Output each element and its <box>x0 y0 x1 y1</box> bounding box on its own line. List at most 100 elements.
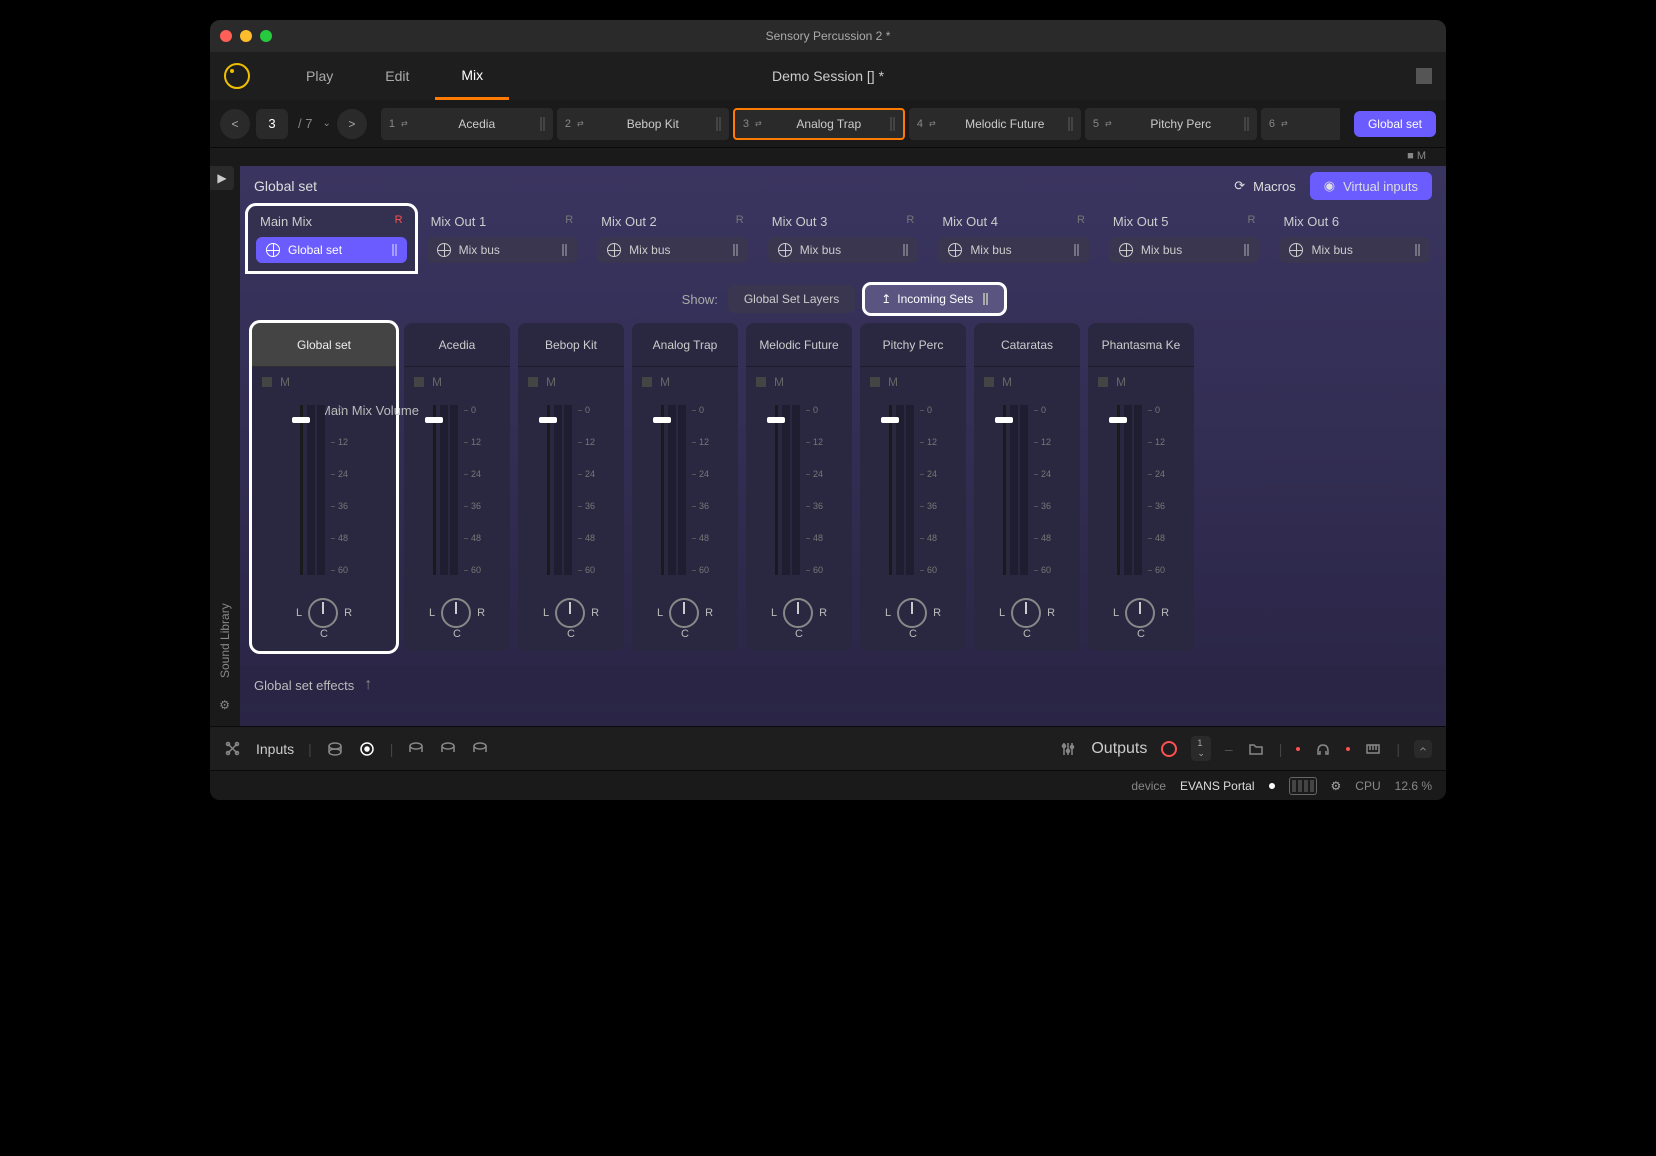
headphones-icon[interactable] <box>1314 740 1332 758</box>
mute-toggle[interactable]: ■ M <box>1401 150 1432 162</box>
close-window[interactable] <box>220 30 232 42</box>
drum-icon-5[interactable] <box>471 740 489 758</box>
mix-out-4[interactable]: Mix Out 4R Mix bus <box>930 206 1097 271</box>
channel-fader[interactable]: 01224364860 <box>632 397 738 587</box>
mix-out-0[interactable]: Main MixR Global set <box>248 206 415 271</box>
set-tab-0[interactable]: 1⇄Acedia <box>381 108 553 140</box>
set-navigator: < 3 / 7 ⌄ > 1⇄Acedia2⇄Bebop Kit3⇄Analog … <box>210 100 1446 148</box>
nav-total: / 7 <box>294 116 316 131</box>
channel-mute[interactable]: M <box>1088 367 1194 397</box>
traffic-lights <box>220 30 272 42</box>
drum-icon-1[interactable] <box>326 740 344 758</box>
main-area: ▶ ⚙ Sound Library Global set ⟳ Macros ◉ … <box>210 166 1446 726</box>
mix-out-5[interactable]: Mix Out 5R Mix bus <box>1101 206 1268 271</box>
channel-mute[interactable]: M <box>404 367 510 397</box>
virtual-inputs-button[interactable]: ◉ Virtual inputs <box>1310 172 1432 200</box>
set-tab-3[interactable]: 4⇄Melodic Future <box>909 108 1081 140</box>
channel-pan[interactable]: LR C <box>404 587 510 651</box>
window-title: Sensory Percussion 2 * <box>766 29 891 43</box>
app-window: Sensory Percussion 2 * Play Edit Mix Dem… <box>210 20 1446 800</box>
channel-name: Global set <box>252 323 396 367</box>
menu-edit[interactable]: Edit <box>359 52 435 100</box>
channel-name: Cataratas <box>974 323 1080 367</box>
mix-out-1[interactable]: Mix Out 1R Mix bus <box>419 206 586 271</box>
channel-mute[interactable]: M <box>252 367 396 397</box>
menu-play[interactable]: Play <box>280 52 359 100</box>
drum-icon-3[interactable] <box>407 740 425 758</box>
macros-button[interactable]: ⟳ Macros <box>1220 172 1310 200</box>
nav-prev-button[interactable]: < <box>220 109 250 139</box>
inputs-section: Inputs | | <box>224 740 489 758</box>
channel-mute[interactable]: M <box>860 367 966 397</box>
drum-icon-4[interactable] <box>439 740 457 758</box>
midi-icon[interactable] <box>1364 740 1382 758</box>
channel-fader[interactable]: 01224364860 <box>974 397 1080 587</box>
grip-icon <box>983 293 988 305</box>
show-global-layers-button[interactable]: Global Set Layers <box>728 285 855 313</box>
device-status-dot <box>1269 783 1275 789</box>
outputs-section: Outputs 1⌄ – | | <box>1059 736 1432 761</box>
stop-button[interactable] <box>1416 68 1432 84</box>
channel-mute[interactable]: M <box>746 367 852 397</box>
dash-icon: – <box>1225 741 1233 757</box>
channel-strip-6: Cataratas M 01224364860 LR C <box>974 323 1080 651</box>
channel-mute[interactable]: M <box>518 367 624 397</box>
channel-pan[interactable]: LR C <box>518 587 624 651</box>
titlebar: Sensory Percussion 2 * <box>210 20 1446 52</box>
refresh-icon: ⟳ <box>1234 178 1245 194</box>
menu-mix[interactable]: Mix <box>435 52 509 100</box>
folder-icon[interactable] <box>1247 740 1265 758</box>
channel-pan[interactable]: LR C <box>860 587 966 651</box>
sidebar-sound-library[interactable]: Sound Library <box>218 603 232 678</box>
channel-fader[interactable]: 01224364860 <box>518 397 624 587</box>
settings-gear-icon[interactable]: ⚙ <box>1331 779 1342 793</box>
vu-meter-icon[interactable] <box>1289 777 1317 795</box>
channel-pan[interactable]: LR C <box>746 587 852 651</box>
mix-out-3[interactable]: Mix Out 3R Mix bus <box>760 206 927 271</box>
mix-out-6[interactable]: Mix Out 6 Mix bus <box>1271 206 1438 271</box>
channel-pan[interactable]: LR C <box>632 587 738 651</box>
cpu-label: CPU <box>1355 779 1380 793</box>
device-name: EVANS Portal <box>1180 779 1254 793</box>
expand-sidebar-button[interactable]: ▶ <box>210 166 234 190</box>
drum-icon-2[interactable] <box>358 740 376 758</box>
show-incoming-sets-button[interactable]: ↥ Incoming Sets <box>865 285 1004 313</box>
chevron-down-icon[interactable]: ⌄ <box>322 118 330 129</box>
track-selector[interactable]: 1⌄ <box>1191 736 1211 761</box>
gear-icon[interactable]: ⚙ <box>220 698 231 712</box>
record-button[interactable] <box>1161 741 1177 757</box>
status-dot-red <box>1296 747 1300 751</box>
set-tab-1[interactable]: 2⇄Bebop Kit <box>557 108 729 140</box>
mix-out-2[interactable]: Mix Out 2R Mix bus <box>589 206 756 271</box>
channel-mute[interactable]: M <box>974 367 1080 397</box>
minimize-window[interactable] <box>240 30 252 42</box>
channel-fader[interactable]: 01224364860 <box>404 397 510 587</box>
channel-fader[interactable]: 01224364860 <box>746 397 852 587</box>
arrow-up-icon[interactable]: ↑ <box>364 676 372 694</box>
effects-label: Global set effects <box>254 678 354 693</box>
zoom-window[interactable] <box>260 30 272 42</box>
channel-pan[interactable]: LR C <box>252 587 396 651</box>
virtual-inputs-icon: ◉ <box>1324 178 1335 194</box>
sliders-icon[interactable] <box>1059 740 1077 758</box>
set-tabs: 1⇄Acedia2⇄Bebop Kit3⇄Analog Trap4⇄Melodi… <box>381 108 1340 140</box>
channel-pan[interactable]: LR C <box>974 587 1080 651</box>
channel-strip-2: Bebop Kit M 01224364860 LR C <box>518 323 624 651</box>
set-tab-2[interactable]: 3⇄Analog Trap <box>733 108 905 140</box>
channel-strips: Global set M 01224364860 LR C Acedia M 0… <box>240 323 1446 665</box>
channel-mute[interactable]: M <box>632 367 738 397</box>
outputs-label: Outputs <box>1091 740 1147 758</box>
global-set-button[interactable]: Global set <box>1354 111 1436 137</box>
nav-current[interactable]: 3 <box>256 109 288 139</box>
session-name: Demo Session [] * <box>772 68 884 84</box>
bottom-bar: Inputs | | Outputs 1⌄ – | | <box>210 726 1446 770</box>
channel-fader[interactable]: 01224364860 <box>860 397 966 587</box>
channel-fader[interactable]: 01224364860 <box>1088 397 1194 587</box>
nav-next-button[interactable]: > <box>337 109 367 139</box>
set-tab-4[interactable]: 5⇄Pitchy Perc <box>1085 108 1257 140</box>
chevron-up-icon[interactable] <box>1414 740 1432 758</box>
inputs-graph-icon[interactable] <box>224 740 242 758</box>
channel-pan[interactable]: LR C <box>1088 587 1194 651</box>
channel-fader[interactable]: 01224364860 <box>252 397 396 587</box>
set-tab-5[interactable]: 6⇄C <box>1261 108 1340 140</box>
